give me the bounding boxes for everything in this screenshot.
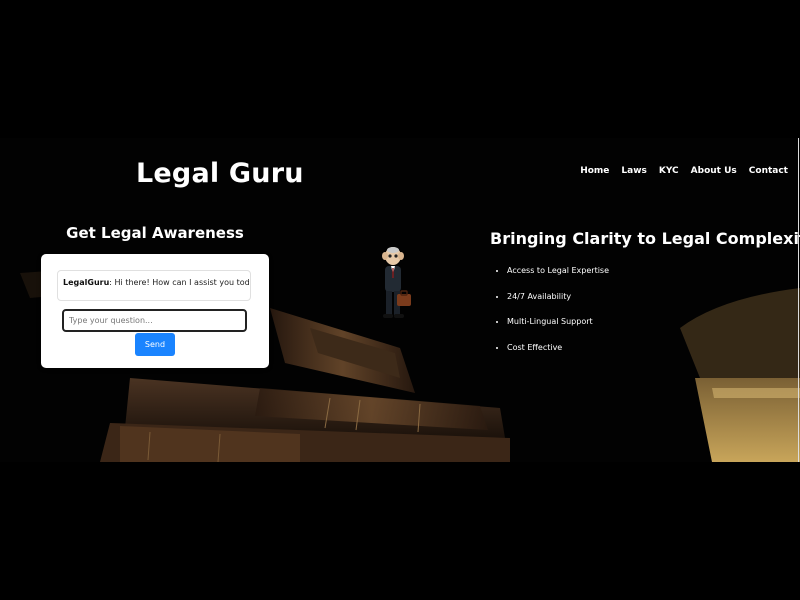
site-title: Legal Guru [136,158,304,189]
question-input[interactable] [62,309,247,332]
feature-item: Multi-Lingual Support [507,316,609,342]
chat-bot-greeting: : Hi there! How can I assist you today? [109,278,251,287]
feature-item: 24/7 Availability [507,291,609,317]
tagline-heading: Bringing Clarity to Legal Complexity [490,229,800,248]
send-button[interactable]: Send [135,333,175,356]
feature-item: Cost Effective [507,342,609,368]
nav-contact-link[interactable]: Contact [743,166,788,176]
nav-home-link[interactable]: Home [574,166,615,176]
nav-laws-link[interactable]: Laws [615,166,652,176]
chatbot-card: LegalGuru: Hi there! How can I assist yo… [41,254,269,368]
page-edge-divider [798,138,799,462]
lawyer-mascot-icon [382,247,411,318]
chat-bot-name: LegalGuru [63,278,110,287]
chat-section-heading: Get Legal Awareness [66,224,244,242]
main-nav: Home Laws KYC About Us Contact [574,166,788,176]
nav-about-us-link[interactable]: About Us [685,166,743,176]
feature-item: Access to Legal Expertise [507,265,609,291]
chat-message-log: LegalGuru: Hi there! How can I assist yo… [57,270,251,301]
nav-kyc-link[interactable]: KYC [653,166,685,176]
feature-list: Access to Legal Expertise 24/7 Availabil… [490,265,609,367]
